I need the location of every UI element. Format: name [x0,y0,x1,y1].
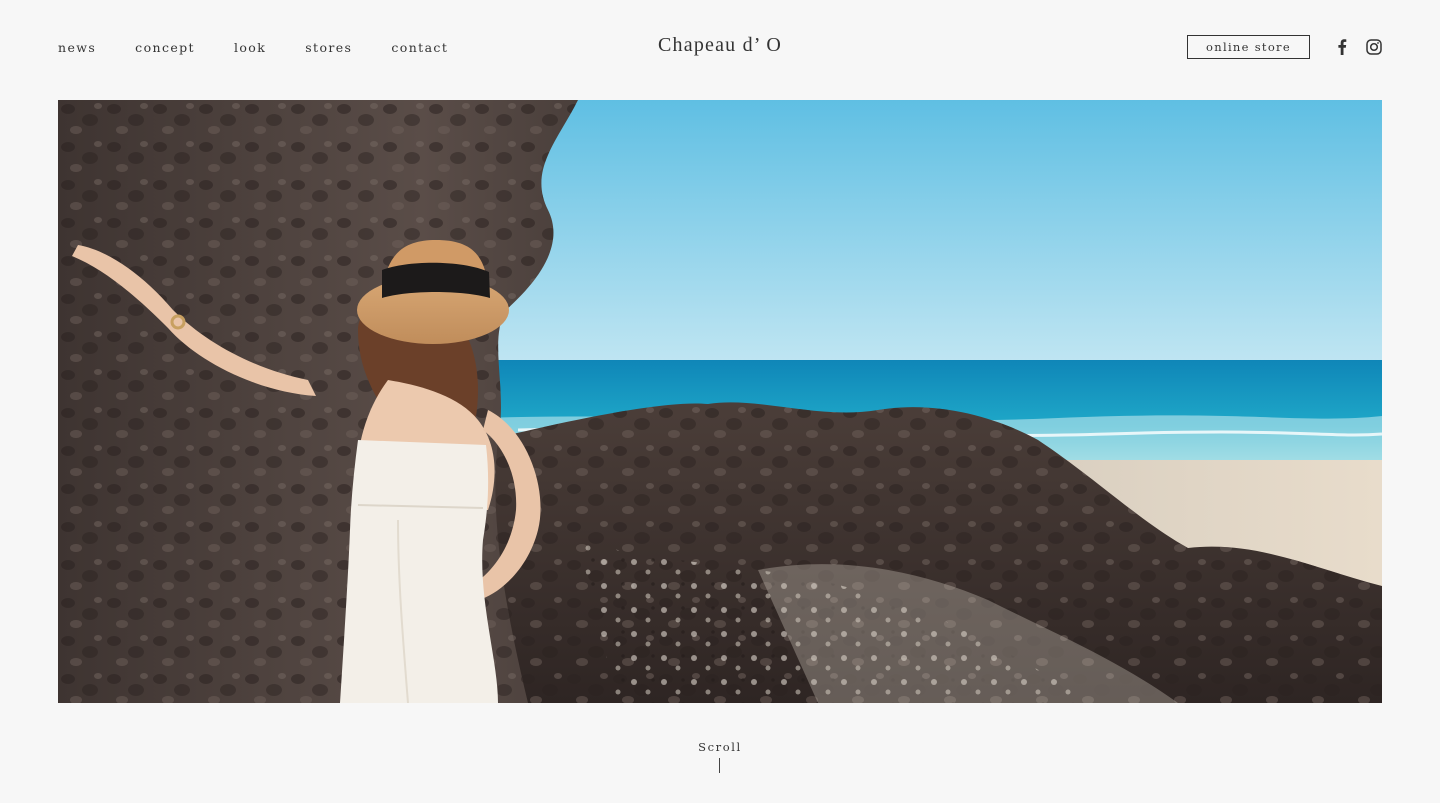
online-store-button[interactable]: online store [1187,35,1310,59]
hero-photo-illustration [58,100,1382,703]
brand-logo[interactable]: Chapeau d’ O [658,34,782,57]
nav-item-contact[interactable]: contact [391,40,448,55]
page: news concept look stores contact Chapeau… [0,0,1440,803]
instagram-icon[interactable] [1366,39,1382,55]
nav-item-concept[interactable]: concept [135,40,195,55]
scroll-label[interactable]: Scroll [698,740,742,754]
scroll-indicator[interactable]: Scroll [0,736,1440,773]
nav-item-stores[interactable]: stores [305,40,352,55]
facebook-icon[interactable] [1334,39,1350,55]
nav-item-look[interactable]: look [234,40,266,55]
main-nav: news concept look stores contact [58,40,448,55]
nav-item-news[interactable]: news [58,40,96,55]
site-header: news concept look stores contact Chapeau… [0,0,1440,96]
hero-image [58,100,1382,703]
scroll-line [719,758,720,773]
